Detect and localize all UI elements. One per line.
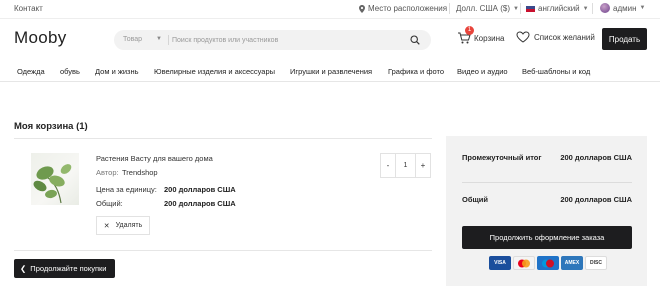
search-category-select[interactable]: Товар — [123, 36, 142, 43]
header: Mooby Товар ▼ 1 Корзина Список желаний П… — [0, 18, 660, 60]
amex-icon: AMEX — [561, 256, 583, 270]
currency-selector[interactable]: Долл. США ($) ▼ — [456, 4, 519, 13]
divider — [14, 250, 432, 251]
author-link[interactable]: Trendshop — [122, 168, 158, 177]
total-label: Общий — [462, 195, 489, 204]
chevron-down-icon[interactable]: ▼ — [156, 36, 162, 42]
currency-label: Долл. США ($) — [456, 4, 511, 13]
subtotal-label: Промежуточный итог — [462, 153, 542, 162]
total-value: 200 долларов США — [560, 195, 632, 204]
nav-item-home[interactable]: Дом и жизнь — [95, 67, 139, 76]
author-label: Автор: — [96, 168, 119, 177]
user-name: админ — [613, 3, 637, 13]
sell-button[interactable]: Продать — [602, 28, 647, 50]
location-pin-icon — [359, 4, 365, 13]
remove-button[interactable]: ✕ Удалять — [96, 216, 150, 235]
chevron-down-icon: ▼ — [582, 5, 589, 12]
close-icon: ✕ — [103, 222, 110, 230]
nav-item-graphics[interactable]: Графика и фото — [388, 67, 444, 76]
nav-item-jewelry[interactable]: Ювелирные изделия и аксессуары — [154, 67, 275, 76]
wishlist-label: Список желаний — [534, 32, 595, 42]
divider — [14, 138, 432, 139]
subtotal-row: Промежуточный итог 200 долларов США — [462, 153, 632, 162]
item-total-label: Общий: — [96, 199, 123, 208]
unit-price-value: 200 долларов США — [164, 185, 236, 194]
nav-item-web-templates[interactable]: Веб-шаблоны и код — [522, 67, 590, 76]
divider — [592, 3, 593, 14]
nav-item-video[interactable]: Видео и аудио — [457, 67, 508, 76]
us-flag-icon — [526, 5, 535, 12]
cart-title: Моя корзина (1) — [14, 121, 88, 132]
divider — [520, 3, 521, 14]
wishlist-button[interactable]: Список желаний — [516, 31, 595, 43]
order-summary: Промежуточный итог 200 долларов США Общи… — [446, 136, 647, 286]
cart-label: Корзина — [474, 33, 505, 43]
maestro-icon — [537, 256, 559, 270]
quantity-increase-button[interactable]: + — [416, 154, 430, 177]
chevron-left-icon: ❮ — [20, 264, 27, 273]
unit-price-label: Цена за единицу: — [96, 185, 157, 194]
nav-item-clothing[interactable]: Одежда — [17, 67, 45, 76]
nav-item-shoes[interactable]: обувь — [60, 67, 80, 76]
chevron-down-icon: ▼ — [513, 5, 519, 12]
mastercard-icon — [513, 256, 535, 270]
location-label: Место расположения — [368, 4, 448, 13]
divider — [462, 182, 632, 183]
remove-label: Удалять — [115, 222, 143, 229]
nav-item-toys[interactable]: Игрушки и развлечения — [290, 67, 372, 76]
search-input[interactable] — [172, 33, 402, 47]
quantity-decrease-button[interactable]: - — [381, 154, 395, 177]
subtotal-value: 200 долларов США — [560, 153, 632, 162]
cart-count-badge: 1 — [465, 26, 474, 35]
category-nav: Одежда обувь Дом и жизнь Ювелирные издел… — [0, 60, 660, 82]
language-label: английский — [538, 4, 580, 13]
discover-icon: DISC — [585, 256, 607, 270]
search-icon[interactable] — [410, 35, 420, 45]
quantity-input[interactable]: 1 — [395, 154, 416, 177]
checkout-button[interactable]: Продолжить оформление заказа — [462, 226, 632, 249]
product-name-link[interactable]: Растения Васту для вашего дома — [96, 154, 213, 163]
chevron-down-icon: ▼ — [639, 5, 646, 11]
total-row: Общий 200 долларов США — [462, 195, 632, 204]
payment-methods: VISA AMEX DISC — [489, 256, 607, 270]
site-logo[interactable]: Mooby — [14, 28, 67, 48]
divider — [168, 35, 169, 45]
heart-icon — [516, 31, 530, 43]
continue-shopping-button[interactable]: ❮ Продолжайте покупки — [14, 259, 115, 278]
top-bar: Контакт Место расположения Долл. США ($)… — [0, 0, 660, 18]
quantity-stepper: - 1 + — [380, 153, 431, 178]
continue-shopping-label: Продолжайте покупки — [30, 264, 107, 273]
cart-icon: 1 — [457, 26, 474, 45]
visa-icon: VISA — [489, 256, 511, 270]
location-selector[interactable]: Место расположения — [359, 4, 447, 13]
language-selector[interactable]: английский ▼ — [526, 4, 589, 13]
avatar — [600, 3, 610, 13]
item-total-value: 200 долларов США — [164, 199, 236, 208]
contact-link[interactable]: Контакт — [14, 4, 43, 13]
user-menu[interactable]: админ ▼ — [600, 3, 645, 13]
search-bar: Товар ▼ — [114, 30, 431, 50]
divider — [449, 3, 450, 14]
cart-button[interactable]: 1 Корзина — [457, 26, 505, 45]
product-image[interactable] — [31, 153, 79, 205]
